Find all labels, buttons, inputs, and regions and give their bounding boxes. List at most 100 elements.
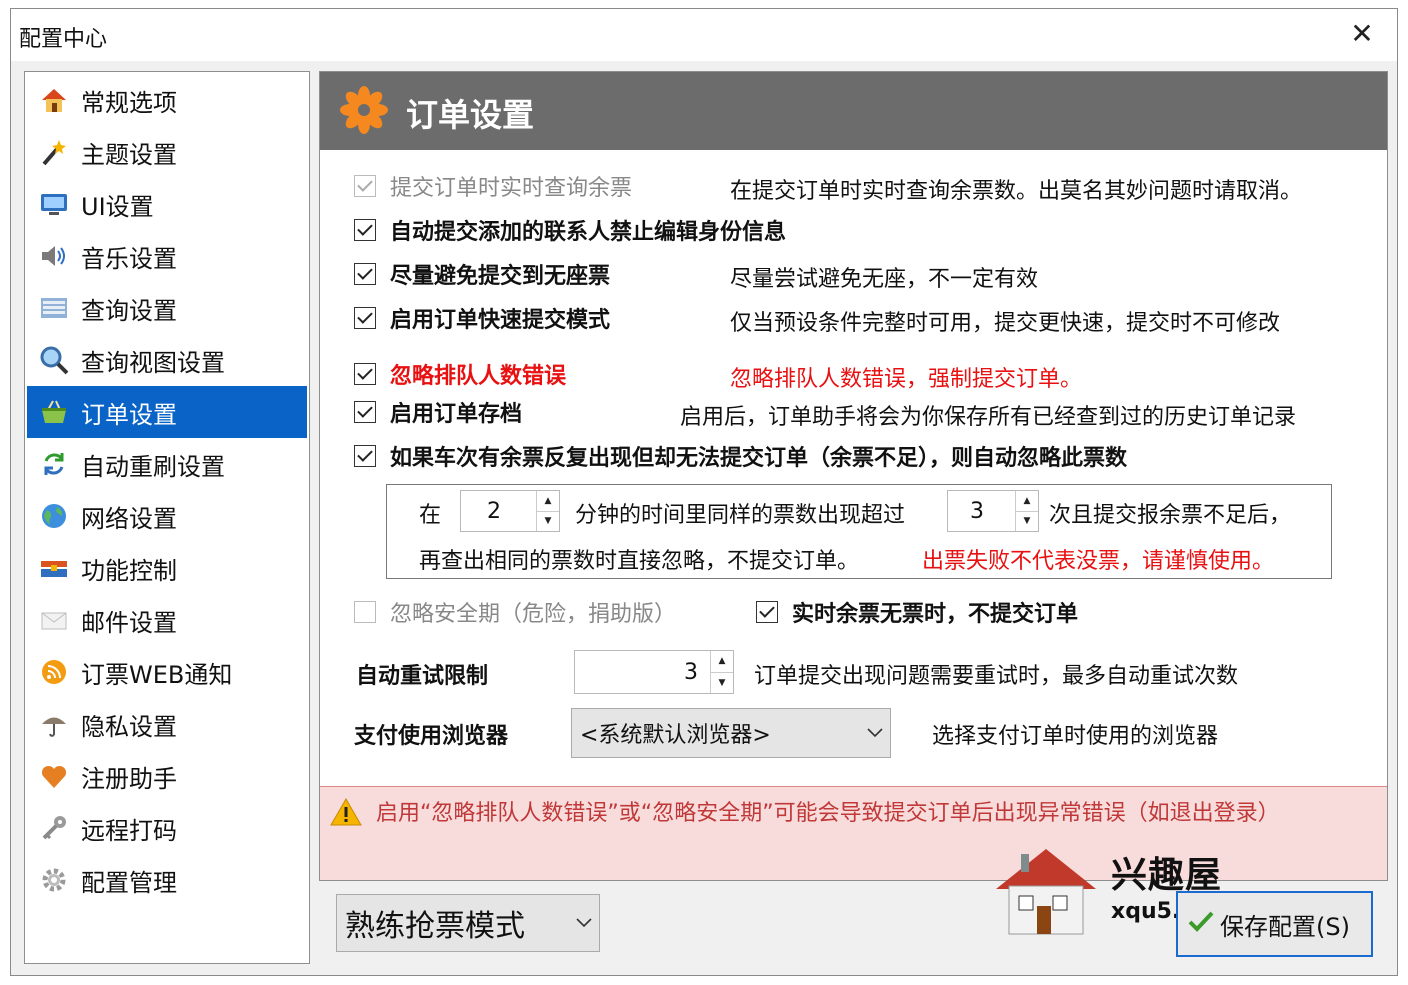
option-label: 忽略排队人数错误 [390,364,567,389]
save-config-label: 保存配置(S) [1220,912,1350,941]
option-label: 如果车次有余票反复出现但却无法提交订单（余票不足），则自动忽略此票数 [390,446,1128,471]
checkbox-no-ticket-no-submit[interactable] [756,601,778,623]
monitor-icon [37,187,71,221]
checkbox-ignore-safe-period[interactable] [354,601,376,623]
window-title: 配置中心 [19,27,108,52]
mail-icon [37,603,71,637]
option-auto-ignore-ticket[interactable]: 如果车次有余票反复出现但却无法提交订单（余票不足），则自动忽略此票数 [354,440,1127,472]
panel-title: 订单设置 [406,96,535,134]
sidebar-item-label: 自动重刷设置 [81,452,225,481]
sidebar-item-general[interactable]: 常规选项 [27,74,307,126]
option-realtime-query[interactable]: 提交订单时实时查询余票 [354,170,632,202]
minutes-stepper[interactable]: 2 ▲ ▼ [460,490,560,532]
panel-header: 订单设置 [320,72,1387,150]
sidebar-item-ui[interactable]: UI设置 [27,178,307,230]
warning-icon [330,797,362,831]
sidebar: 常规选项 主题设置 UI设置 音乐设置 查询设置 查询视图设置 订单设置 自动重… [24,71,310,964]
group-text-end: 次且提交报余票不足后， [1049,503,1292,528]
speaker-icon [37,239,71,273]
checkbox-lock-contact[interactable] [354,219,376,241]
retry-stepper[interactable]: 3 ▲ ▼ [574,650,734,694]
house-logo-icon [996,849,1096,935]
stepper-down-icon[interactable]: ▼ [711,671,733,694]
globe-icon [37,499,71,533]
sidebar-item-config-manage[interactable]: 配置管理 [27,854,307,906]
sidebar-item-label: 注册助手 [81,764,177,793]
retry-value: 3 [684,659,698,685]
option-fast-submit[interactable]: 启用订单快速提交模式 [354,302,610,334]
sidebar-item-music[interactable]: 音乐设置 [27,230,307,282]
sidebar-item-label: 功能控制 [81,556,177,585]
sidebar-item-register[interactable]: 注册助手 [27,750,307,802]
browser-select[interactable]: <系统默认浏览器> [571,708,891,758]
sidebar-item-label: 查询设置 [81,296,177,325]
sidebar-item-feature-control[interactable]: 功能控制 [27,542,307,594]
browser-desc: 选择支付订单时使用的浏览器 [932,724,1219,749]
option-no-ticket-no-submit[interactable]: 实时余票无票时，不提交订单 [756,596,1078,628]
sidebar-item-label: 邮件设置 [81,608,177,637]
screen-icon [37,291,71,325]
checkbox-fast-submit[interactable] [354,307,376,329]
minutes-value: 2 [487,498,501,524]
sidebar-item-label: 远程打码 [81,816,177,845]
sidebar-item-privacy[interactable]: 隐私设置 [27,698,307,750]
stepper-up-icon[interactable]: ▲ [537,491,559,511]
sidebar-item-web-notify[interactable]: 订票WEB通知 [27,646,307,698]
heart-icon [37,759,71,793]
option-desc: 启用后，订单助手将会为你保存所有已经查到过的历史订单记录 [680,405,1297,430]
stepper-up-icon[interactable]: ▲ [711,651,733,672]
sidebar-item-order[interactable]: 订单设置 [27,386,307,438]
sidebar-item-query-view[interactable]: 查询视图设置 [27,334,307,386]
sidebar-item-query[interactable]: 查询设置 [27,282,307,334]
chevron-down-icon [569,918,599,928]
checkbox-order-archive[interactable] [354,401,376,423]
option-lock-contact[interactable]: 自动提交添加的联系人禁止编辑身份信息 [354,214,786,246]
group-text-in: 在 [419,503,442,528]
sidebar-item-label: 隐私设置 [81,712,177,741]
refresh-icon [37,447,71,481]
mode-select[interactable]: 熟练抢票模式 [336,894,600,952]
group-line2-warning: 出票失败不代表没票，请谨慎使用。 [922,549,1275,574]
stepper-up-icon[interactable]: ▲ [1016,491,1038,511]
option-desc: 忽略排队人数错误，强制提交订单。 [730,367,1083,392]
sidebar-item-theme[interactable]: 主题设置 [27,126,307,178]
rss-icon [37,655,71,689]
key-icon [37,811,71,845]
option-ignore-queue[interactable]: 忽略排队人数错误 [354,358,566,390]
browser-select-value: <系统默认浏览器> [580,723,771,748]
magnifier-icon [37,343,71,377]
sidebar-item-network[interactable]: 网络设置 [27,490,307,542]
checkbox-avoid-no-seat[interactable] [354,263,376,285]
checkbox-auto-ignore-ticket[interactable] [354,445,376,467]
close-button[interactable]: ✕ [1345,17,1379,51]
sidebar-item-remote-captcha[interactable]: 远程打码 [27,802,307,854]
sidebar-item-mail[interactable]: 邮件设置 [27,594,307,646]
option-avoid-no-seat[interactable]: 尽量避免提交到无座票 [354,258,610,290]
times-stepper[interactable]: 3 ▲ ▼ [947,490,1039,532]
checkbox-ignore-queue[interactable] [354,363,376,385]
stepper-down-icon[interactable]: ▼ [537,510,559,532]
save-config-button[interactable]: 保存配置(S) [1176,891,1373,957]
retry-desc: 订单提交出现问题需要重试时，最多自动重试次数 [754,664,1239,689]
retry-label: 自动重试限制 [356,664,489,689]
sidebar-item-label: 配置管理 [81,868,177,897]
umbrella-icon [37,707,71,741]
toolbox-icon [37,551,71,585]
option-label: 启用订单存档 [390,402,523,427]
option-desc: 尽量尝试避免无座，不一定有效 [730,267,1039,292]
sidebar-item-label: UI设置 [81,192,154,221]
stepper-down-icon[interactable]: ▼ [1016,510,1038,532]
sidebar-item-label: 订单设置 [81,400,177,429]
option-label: 忽略安全期（危险，捐助版） [390,602,677,627]
option-label: 实时余票无票时，不提交订单 [792,602,1079,627]
asterisk-icon [338,84,390,136]
checkbox-realtime-query[interactable] [354,175,376,197]
chevron-down-icon [860,728,890,738]
option-label: 自动提交添加的联系人禁止编辑身份信息 [390,220,787,245]
mode-select-value: 熟练抢票模式 [345,909,525,944]
group-text-mid: 分钟的时间里同样的票数出现超过 [575,503,906,528]
cog-icon [37,863,71,897]
sidebar-item-auto-refresh[interactable]: 自动重刷设置 [27,438,307,490]
option-ignore-safe-period[interactable]: 忽略安全期（危险，捐助版） [354,596,676,628]
option-order-archive[interactable]: 启用订单存档 [354,396,522,428]
